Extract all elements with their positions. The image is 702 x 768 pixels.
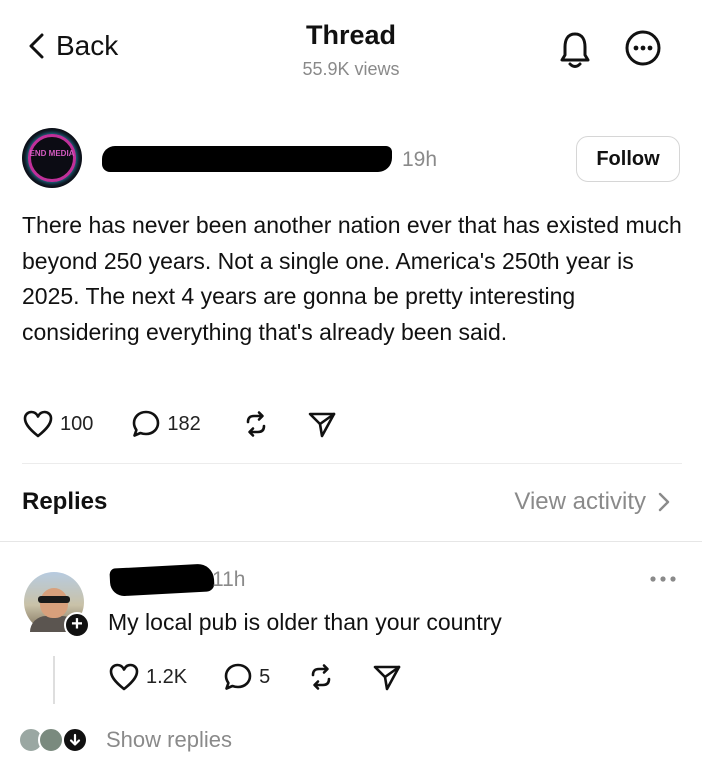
repost-icon xyxy=(246,411,266,437)
reply-share-button[interactable] xyxy=(372,662,402,692)
reply-actions: 1.2K 5 xyxy=(108,660,402,694)
reply-like-button[interactable]: 1.2K xyxy=(108,662,187,692)
post-actions: 100 182 xyxy=(22,407,337,441)
title-block: Thread 55.9K views xyxy=(0,20,702,80)
more-options-icon[interactable] xyxy=(625,30,661,66)
like-button[interactable]: 100 xyxy=(22,409,93,439)
comment-button[interactable]: 182 xyxy=(131,409,201,439)
repost-button[interactable] xyxy=(241,409,271,439)
replies-divider xyxy=(0,541,702,542)
redacted-username xyxy=(102,146,392,172)
reply-comment-count: 5 xyxy=(259,665,271,688)
reply-repost-button[interactable] xyxy=(306,662,336,692)
post-author-avatar[interactable]: END MEDIA xyxy=(22,128,82,188)
avatar-ring xyxy=(28,134,76,182)
reply-timestamp: 11h xyxy=(212,568,246,591)
follow-plus-badge[interactable]: + xyxy=(64,612,90,638)
comment-bubble-icon xyxy=(224,663,252,690)
page-title: Thread xyxy=(305,20,397,50)
share-button[interactable] xyxy=(307,409,337,439)
replier-avatars xyxy=(18,725,100,755)
send-icon xyxy=(308,412,336,438)
send-icon xyxy=(373,665,401,691)
post-author-row: END MEDIA 19h Follow xyxy=(22,128,682,188)
redacted-reply-username xyxy=(109,563,215,597)
thread-connector-line xyxy=(53,656,55,704)
show-replies-button[interactable]: Show replies xyxy=(18,724,232,756)
reply-like-count: 1.2K xyxy=(146,665,188,688)
heart-icon xyxy=(23,410,53,438)
reply-comment-button[interactable]: 5 xyxy=(223,662,270,692)
follow-button[interactable]: Follow xyxy=(576,136,680,182)
plus-icon: + xyxy=(71,613,83,635)
chevron-right-icon xyxy=(658,492,670,512)
replies-heading: Replies xyxy=(22,488,108,515)
view-activity-link[interactable]: View activity xyxy=(514,488,670,516)
avatar-logo-text: END MEDIA xyxy=(29,149,75,158)
expand-badge xyxy=(62,727,88,753)
reply-body: My local pub is older than your country xyxy=(108,609,502,635)
comment-count: 182 xyxy=(167,412,201,435)
repost-icon xyxy=(311,664,331,690)
heart-icon xyxy=(109,663,139,691)
section-divider xyxy=(22,463,682,464)
avatar-face xyxy=(40,588,68,618)
like-count: 100 xyxy=(60,412,94,435)
bell-icon[interactable] xyxy=(558,30,592,70)
show-replies-label: Show replies xyxy=(106,727,232,752)
views-count: 55.9K views xyxy=(302,59,400,79)
post-body: There has never been another nation ever… xyxy=(22,212,682,345)
thread-header: Back Thread 55.9K views xyxy=(0,0,702,100)
reply-more-icon[interactable] xyxy=(648,572,678,586)
view-activity-label: View activity xyxy=(514,488,646,515)
arrow-down-icon xyxy=(69,733,81,746)
post-timestamp: 19h xyxy=(402,148,438,171)
avatar-sunglasses xyxy=(38,596,70,603)
mini-avatar xyxy=(38,727,64,753)
comment-bubble-icon xyxy=(133,410,160,437)
